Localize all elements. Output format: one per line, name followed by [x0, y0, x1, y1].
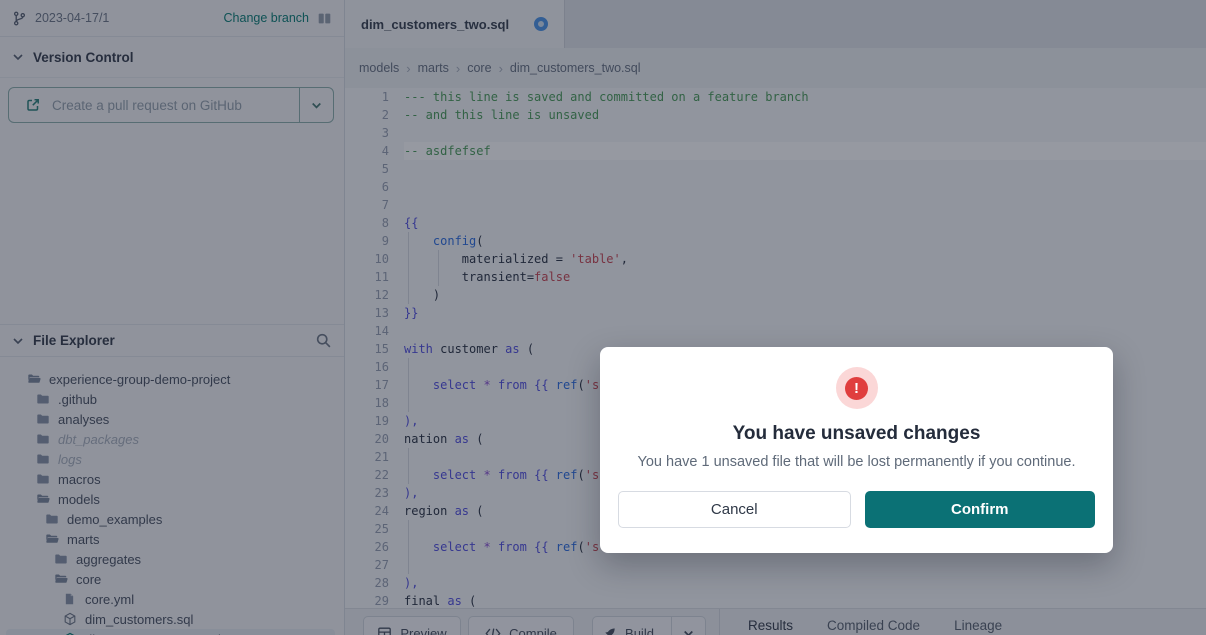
exclamation-icon: ! — [845, 377, 868, 400]
dbt-cloud-ide: 2023-04-17/1 Change branch Version Contr… — [0, 0, 1206, 635]
unsaved-changes-dialog: ! You have unsaved changes You have 1 un… — [600, 347, 1113, 553]
cancel-button[interactable]: Cancel — [618, 491, 851, 528]
alert-icon: ! — [836, 367, 878, 409]
dialog-title: You have unsaved changes — [600, 423, 1113, 445]
confirm-button[interactable]: Confirm — [865, 491, 1096, 528]
dialog-actions: Cancel Confirm — [600, 491, 1113, 528]
dialog-message: You have 1 unsaved file that will be los… — [600, 454, 1113, 470]
